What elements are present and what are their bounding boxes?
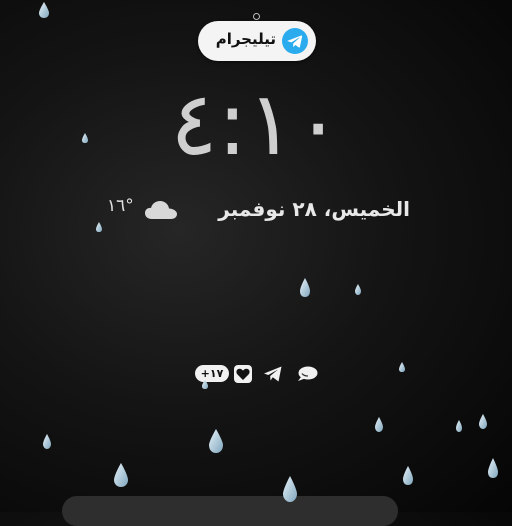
date-weather-row: ١٦° الخميس، ٢٨ نوفمبر bbox=[100, 196, 410, 228]
raindrop bbox=[375, 417, 383, 432]
date-text: الخميس، ٢٨ نوفمبر bbox=[218, 197, 410, 221]
raindrop bbox=[488, 458, 498, 478]
raindrop bbox=[114, 463, 128, 487]
heart-app-icon bbox=[234, 365, 252, 383]
lock-screen: تيليجرام ٤:١٠ ١٦° الخميس، ٢٨ نوفمبر +١٧ bbox=[0, 0, 512, 526]
raindrop bbox=[355, 284, 361, 295]
temperature: ١٦° bbox=[107, 196, 134, 216]
raindrop bbox=[43, 434, 51, 449]
notification-count-badge: +١٧ bbox=[195, 365, 229, 382]
raindrop bbox=[300, 278, 310, 297]
telegram-icon bbox=[282, 28, 308, 54]
app-name: تيليجرام bbox=[215, 30, 276, 48]
clock-time: ٤:١٠ bbox=[170, 72, 342, 175]
raindrop bbox=[456, 420, 462, 432]
notification-icons-row[interactable]: +١٧ bbox=[195, 362, 325, 386]
raindrop bbox=[209, 429, 223, 453]
bottom-drawer-handle[interactable] bbox=[62, 496, 398, 526]
app-notification-pill[interactable]: تيليجرام bbox=[198, 21, 316, 61]
raindrop bbox=[39, 2, 49, 18]
raindrop bbox=[403, 466, 413, 485]
camera-dot bbox=[253, 13, 260, 20]
chat-bubble-icon bbox=[298, 366, 318, 381]
raindrop bbox=[82, 133, 88, 143]
cloud-icon bbox=[145, 201, 177, 219]
raindrop bbox=[479, 414, 487, 429]
telegram-send-icon bbox=[264, 366, 282, 382]
raindrop bbox=[399, 362, 405, 372]
